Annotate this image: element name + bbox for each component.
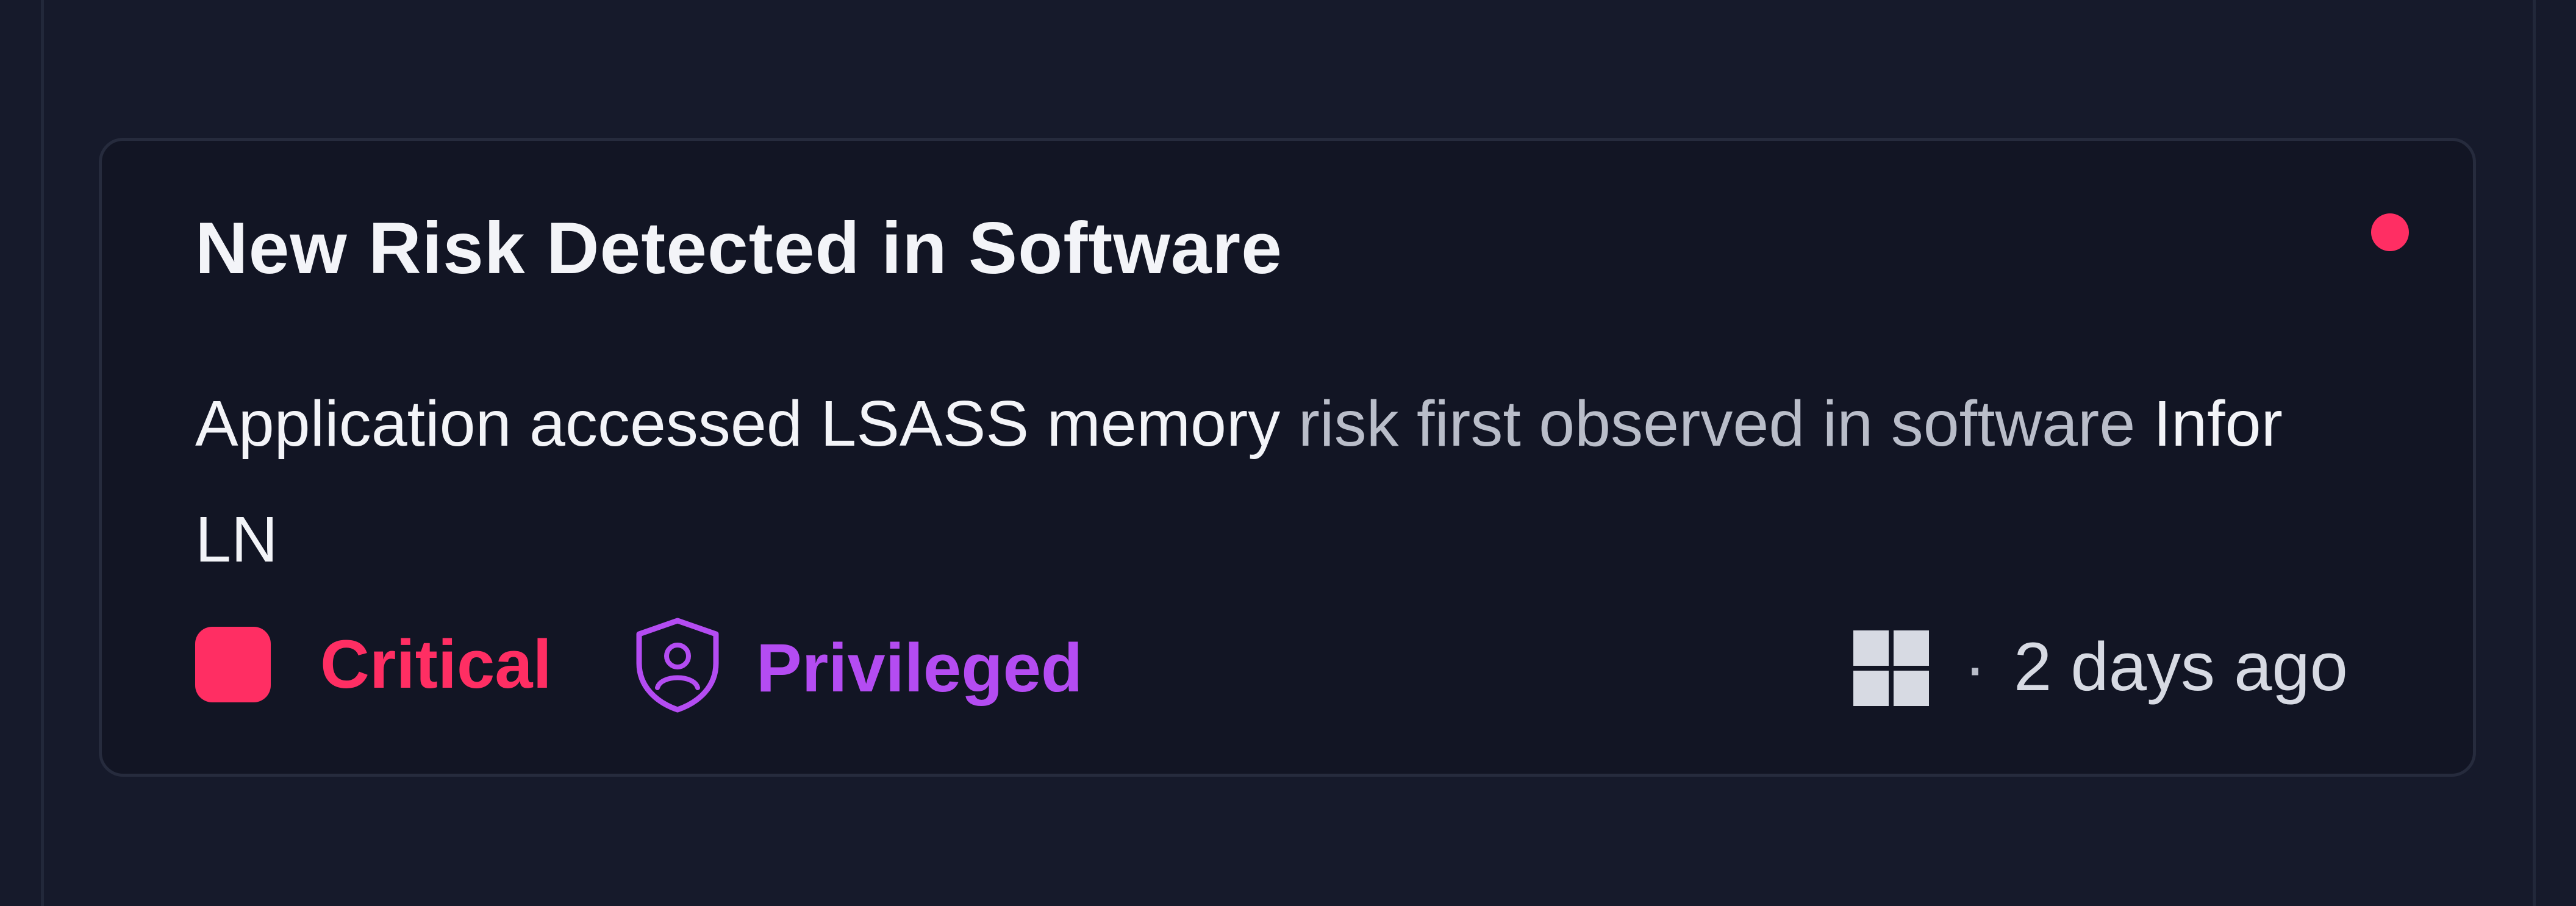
panel-right-border [2533,0,2536,906]
timestamp: 2 days ago [2014,629,2348,705]
windows-icon [1853,630,1929,706]
message-text: risk first observed in software [1298,388,2136,460]
risk-name: Application accessed LSASS memory [195,388,1281,460]
privilege-label: Privileged [756,630,1083,706]
severity-label: Critical [320,626,552,702]
meta-separator: · [1964,629,1987,705]
severity-indicator [195,627,271,702]
shield-user-icon [636,618,719,713]
unread-indicator [2371,213,2409,251]
notification-meta: Critical Privileged · 2 days ago [195,616,2385,719]
notification-message: Application accessed LSASS memory risk f… [195,366,2366,597]
notification-title: New Risk Detected in Software [195,207,1283,289]
panel-left-border [41,0,44,906]
